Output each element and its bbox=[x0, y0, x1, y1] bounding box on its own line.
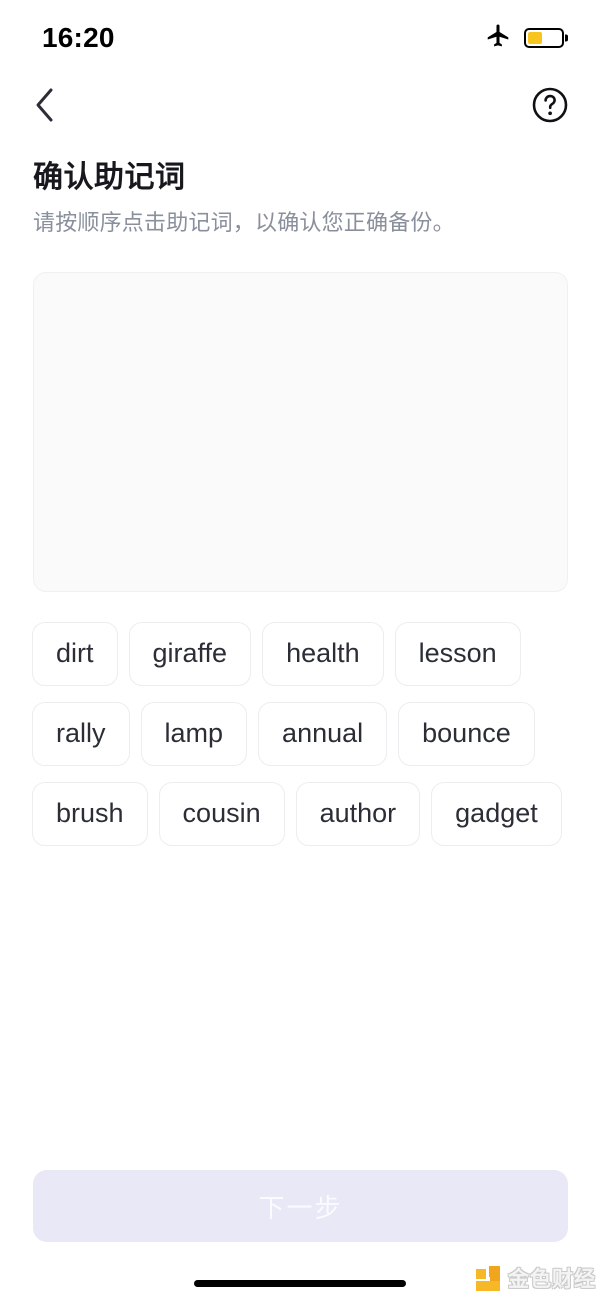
header-block: 确认助记词 请按顺序点击助记词，以确认您正确备份。 bbox=[33, 158, 573, 238]
word-chip-rally[interactable]: rally bbox=[32, 702, 130, 766]
next-button[interactable]: 下一步 bbox=[33, 1170, 568, 1242]
page-subtitle: 请按顺序点击助记词，以确认您正确备份。 bbox=[33, 208, 573, 238]
word-chip-brush[interactable]: brush bbox=[32, 782, 148, 846]
word-chip-gadget[interactable]: gadget bbox=[431, 782, 562, 846]
question-circle-icon bbox=[531, 86, 569, 127]
word-chip-health[interactable]: health bbox=[262, 622, 384, 686]
chevron-left-icon bbox=[32, 85, 58, 128]
status-indicators bbox=[485, 23, 564, 54]
watermark: 金色财经 bbox=[476, 1262, 596, 1296]
battery-icon bbox=[524, 28, 564, 48]
status-time: 16:20 bbox=[42, 24, 115, 52]
selected-words-area[interactable] bbox=[33, 272, 568, 592]
watermark-text: 金色财经 bbox=[508, 1269, 596, 1290]
word-chip-annual[interactable]: annual bbox=[258, 702, 387, 766]
back-button[interactable] bbox=[22, 83, 68, 129]
word-chip-author[interactable]: author bbox=[296, 782, 421, 846]
word-chip-cousin[interactable]: cousin bbox=[159, 782, 285, 846]
nav-bar bbox=[0, 78, 600, 134]
status-bar: 16:20 bbox=[0, 0, 600, 72]
word-chip-dirt[interactable]: dirt bbox=[32, 622, 118, 686]
help-button[interactable] bbox=[528, 84, 572, 128]
word-bank: dirtgiraffehealthlesson rallylampannualbo… bbox=[32, 622, 572, 846]
word-chip-lesson[interactable]: lesson bbox=[395, 622, 521, 686]
page-title: 确认助记词 bbox=[33, 158, 573, 197]
word-chip-giraffe[interactable]: giraffe bbox=[129, 622, 252, 686]
word-chip-bounce[interactable]: bounce bbox=[398, 702, 535, 766]
home-indicator bbox=[194, 1280, 406, 1287]
airplane-mode-icon bbox=[485, 23, 511, 54]
jinse-logo-icon bbox=[476, 1266, 502, 1292]
phone-screen: 16:20 bbox=[0, 0, 600, 1299]
word-chip-lamp[interactable]: lamp bbox=[141, 702, 248, 766]
